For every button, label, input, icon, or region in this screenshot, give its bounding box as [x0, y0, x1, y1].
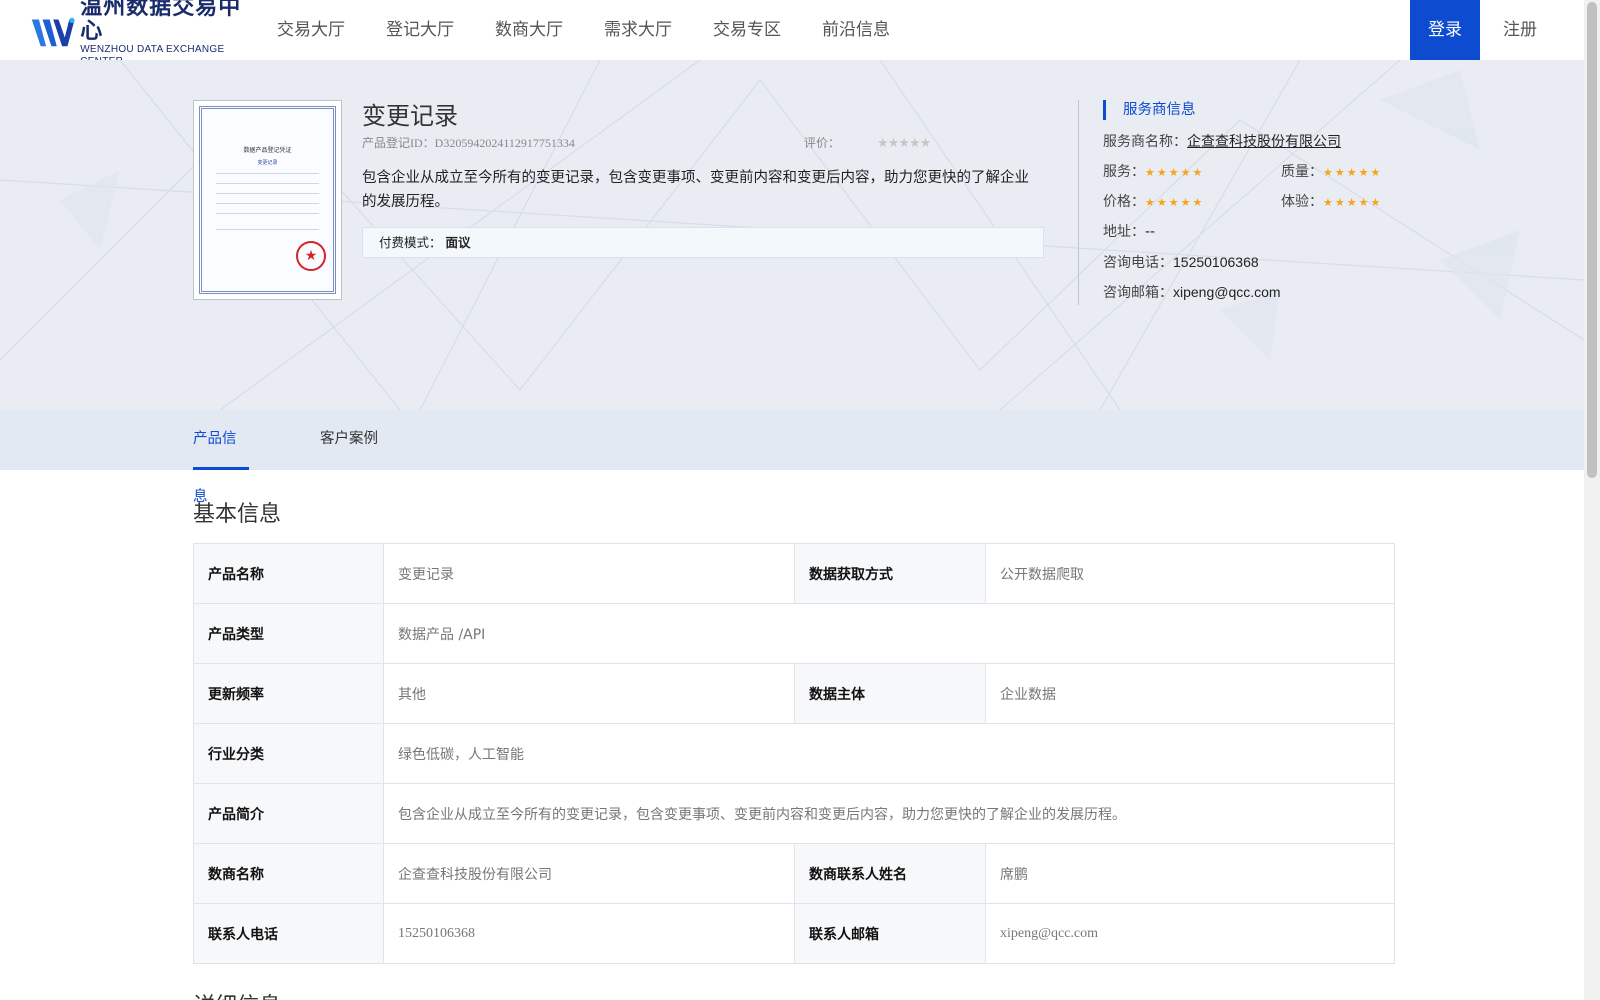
table-row: 数商名称 企查查科技股份有限公司 数商联系人姓名 席鹏 — [193, 843, 1395, 904]
basic-info-title: 基本信息 — [193, 502, 282, 527]
top-header: 温州数据交易中心 WENZHOU DATA EXCHANGE CENTER 交易… — [0, 0, 1584, 67]
experience-stars: ★★★★★ — [1323, 196, 1383, 209]
field-value: 15250106368 — [383, 903, 795, 964]
field-value: 数据产品 /API — [383, 603, 1395, 664]
nav-frontier-info[interactable]: 前沿信息 — [822, 0, 890, 60]
tab-product-info[interactable]: 产品信息 — [193, 410, 249, 505]
provider-quality-row: 质量：★★★★★ — [1281, 164, 1383, 180]
nav-trading-zone[interactable]: 交易专区 — [713, 0, 781, 60]
certificate-line — [216, 229, 319, 230]
logo-mark-icon — [31, 17, 75, 47]
field-value: 绿色低碳，人工智能 — [383, 723, 1395, 784]
field-value: 包含企业从成立至今所有的变更记录，包含变更事项、变更前内容和变更后内容，助力您更… — [383, 783, 1395, 844]
rating-stars[interactable]: ★★★★★ — [877, 136, 931, 151]
certificate-subtitle: 变更记录 — [257, 160, 278, 166]
content-tabs: 产品信息 客户案例 — [0, 410, 1584, 505]
register-button[interactable]: 注册 — [1503, 0, 1537, 60]
field-label: 产品名称 — [193, 543, 384, 604]
price-stars: ★★★★★ — [1145, 196, 1205, 209]
table-row: 产品类型 数据产品 /API — [193, 603, 1395, 664]
provider-email-row: 咨询邮箱：xipeng@qcc.com — [1103, 284, 1281, 301]
field-value: 变更记录 — [383, 543, 795, 604]
provider-name-link[interactable]: 企查查科技股份有限公司 — [1187, 134, 1341, 150]
certificate-line — [216, 203, 319, 204]
nav-demand-hall[interactable]: 需求大厅 — [604, 0, 672, 60]
product-description: 包含企业从成立至今所有的变更记录，包含变更事项、变更前内容和变更后内容，助力您更… — [362, 170, 1029, 210]
provider-heading: 服务商信息 — [1103, 100, 1196, 120]
product-title: 变更记录 — [362, 102, 458, 130]
rating-label: 评价： — [804, 136, 841, 150]
field-label: 行业分类 — [193, 723, 384, 784]
field-value: 企业数据 — [985, 663, 1395, 724]
detail-info-title: 详细信息 — [193, 988, 281, 1000]
table-row: 联系人电话 15250106368 联系人邮箱 xipeng@qcc.com — [193, 903, 1395, 964]
certificate-line — [216, 173, 319, 174]
field-value: 其他 — [383, 663, 795, 724]
site-logo[interactable]: 温州数据交易中心 WENZHOU DATA EXCHANGE CENTER — [30, 0, 250, 67]
field-label: 产品简介 — [193, 783, 384, 844]
table-row: 产品简介 包含企业从成立至今所有的变更记录，包含变更事项、变更前内容和变更后内容… — [193, 783, 1395, 844]
provider-service-row: 服务：★★★★★ — [1103, 164, 1205, 180]
field-value: xipeng@qcc.com — [985, 903, 1395, 964]
field-value: 企查查科技股份有限公司 — [383, 843, 795, 904]
nav-merchant-hall[interactable]: 数商大厅 — [495, 0, 563, 60]
nav-registration-hall[interactable]: 登记大厅 — [386, 0, 454, 60]
provider-experience-row: 体验：★★★★★ — [1281, 194, 1383, 210]
product-id: 产品登记ID：D32059420241129177513​34 — [362, 136, 575, 150]
certificate-seal-icon: ★ — [296, 241, 326, 271]
field-label: 联系人电话 — [193, 903, 384, 964]
certificate-title: 数据产品登记凭证 — [243, 147, 292, 154]
field-label: 数商联系人姓名 — [794, 843, 986, 904]
nav-trading-hall[interactable]: 交易大厅 — [277, 0, 345, 60]
provider-address-row: 地址：-- — [1103, 224, 1156, 240]
certificate-line — [216, 193, 319, 194]
quality-stars: ★★★★★ — [1323, 166, 1383, 179]
scrollbar-thumb[interactable] — [1587, 2, 1597, 478]
product-certificate-image[interactable]: 数据产品登记凭证 变更记录 ★ — [193, 100, 342, 300]
provider-name-row: 服务商名称：企查查科技股份有限公司 — [1103, 134, 1341, 150]
service-stars: ★★★★★ — [1145, 166, 1205, 179]
login-button[interactable]: 登录 — [1410, 0, 1480, 60]
main-nav: 交易大厅 登记大厅 数商大厅 需求大厅 交易专区 前沿信息 — [277, 0, 931, 60]
field-label: 数据主体 — [794, 663, 986, 724]
provider-price-row: 价格：★★★★★ — [1103, 194, 1205, 210]
field-label: 数据获取方式 — [794, 543, 986, 604]
hero-divider — [1078, 100, 1079, 305]
field-label: 联系人邮箱 — [794, 903, 986, 964]
table-row: 更新频率 其他 数据主体 企业数据 — [193, 663, 1395, 724]
payment-mode-label: 付费模式： — [379, 235, 442, 250]
certificate-frame: 数据产品登记凭证 变更记录 ★ — [199, 106, 336, 294]
table-row: 行业分类 绿色低碳，人工智能 — [193, 723, 1395, 784]
payment-mode-value: 面议 — [445, 235, 471, 250]
certificate-line — [216, 213, 319, 214]
basic-info-table: 产品名称 变更记录 数据获取方式 公开数据爬取 产品类型 数据产品 /API 更… — [193, 543, 1395, 964]
tab-customer-cases[interactable]: 客户案例 — [320, 410, 378, 470]
field-label: 产品类型 — [193, 603, 384, 664]
field-value: 公开数据爬取 — [985, 543, 1395, 604]
payment-mode-box: 付费模式： 面议 — [362, 227, 1044, 258]
field-label: 更新频率 — [193, 663, 384, 724]
page-scrollbar[interactable] — [1584, 0, 1600, 1000]
provider-phone-row: 咨询电话：15250106368 — [1103, 254, 1259, 271]
table-row: 产品名称 变更记录 数据获取方式 公开数据爬取 — [193, 543, 1395, 604]
logo-cn-text: 温州数据交易中心 — [80, 0, 242, 44]
certificate-line — [216, 183, 319, 184]
field-value: 席鹏 — [985, 843, 1395, 904]
page: 温州数据交易中心 WENZHOU DATA EXCHANGE CENTER 交易… — [0, 0, 1600, 1000]
field-label: 数商名称 — [193, 843, 384, 904]
